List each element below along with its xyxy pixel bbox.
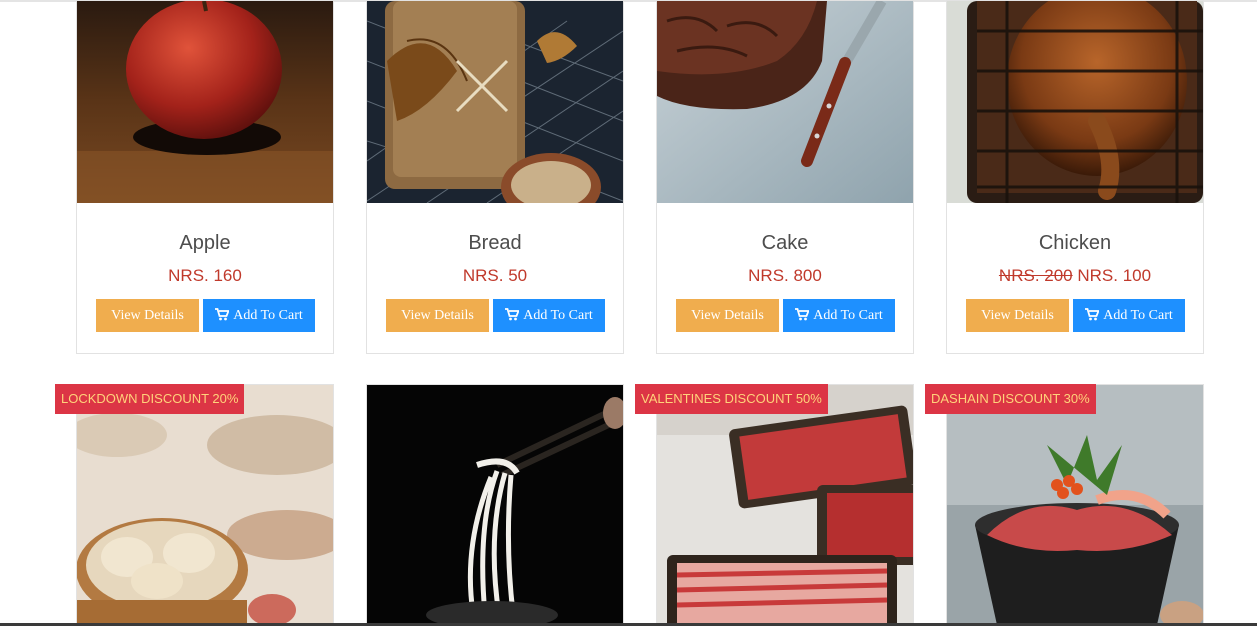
product-name: Cake xyxy=(761,232,809,254)
add-to-cart-label: Add To Cart xyxy=(813,308,883,323)
product-price: NRS. 50 xyxy=(367,266,623,286)
cake-image xyxy=(657,1,913,203)
product-card-cake: Cake NRS. 800 View Details Add To Cart xyxy=(656,0,914,354)
view-details-label: View Details xyxy=(401,308,474,323)
shopping-cart-icon xyxy=(1085,308,1100,321)
product-card-apple: Apple NRS. 160 View Details Add To Cart xyxy=(76,0,334,354)
poke-image xyxy=(947,385,1203,625)
price-current: NRS. 100 xyxy=(1077,266,1152,285)
add-to-cart-button[interactable]: Add To Cart xyxy=(1073,299,1185,332)
product-card-chicken: Chicken NRS. 200 NRS. 100 View Details A… xyxy=(946,0,1204,354)
dumplings-image xyxy=(77,385,333,625)
price-original: NRS. 200 xyxy=(998,266,1073,285)
view-details-button[interactable]: View Details xyxy=(96,299,199,332)
add-to-cart-label: Add To Cart xyxy=(233,308,303,323)
add-to-cart-button[interactable]: Add To Cart xyxy=(493,299,605,332)
product-card-poke xyxy=(946,384,1204,626)
add-to-cart-label: Add To Cart xyxy=(523,308,593,323)
view-details-button[interactable]: View Details xyxy=(676,299,779,332)
shopping-cart-icon xyxy=(505,308,520,321)
product-price: NRS. 200 NRS. 100 xyxy=(947,266,1203,286)
product-name: Bread xyxy=(468,232,522,254)
discount-badge: DASHAIN DISCOUNT 30% xyxy=(925,384,1096,414)
meat-image xyxy=(657,385,913,625)
view-details-label: View Details xyxy=(691,308,764,323)
shopping-cart-icon xyxy=(795,308,810,321)
product-price: NRS. 800 xyxy=(657,266,913,286)
product-name: Chicken xyxy=(1038,232,1112,254)
chicken-image xyxy=(947,1,1203,203)
product-card-noodles xyxy=(366,384,624,626)
product-price: NRS. 160 xyxy=(77,266,333,286)
view-details-label: View Details xyxy=(981,308,1054,323)
price-current: NRS. 160 xyxy=(168,266,242,285)
add-to-cart-button[interactable]: Add To Cart xyxy=(783,299,895,332)
apple-image xyxy=(77,1,333,203)
bread-image xyxy=(367,1,623,203)
view-details-label: View Details xyxy=(111,308,184,323)
product-card-bread: Bread NRS. 50 View Details Add To Cart xyxy=(366,0,624,354)
add-to-cart-button[interactable]: Add To Cart xyxy=(203,299,315,332)
product-card-dumplings xyxy=(76,384,334,626)
noodles-image xyxy=(367,385,623,625)
product-name: Apple xyxy=(179,232,231,254)
view-details-button[interactable]: View Details xyxy=(386,299,489,332)
view-details-button[interactable]: View Details xyxy=(966,299,1069,332)
price-current: NRS. 50 xyxy=(462,266,528,285)
price-current: NRS. 800 xyxy=(748,266,822,285)
add-to-cart-label: Add To Cart xyxy=(1103,308,1173,323)
discount-badge: LOCKDOWN DISCOUNT 20% xyxy=(55,384,245,414)
shopping-cart-icon xyxy=(215,308,230,321)
discount-badge: VALENTINES DISCOUNT 50% xyxy=(635,384,828,414)
product-card-meat xyxy=(656,384,914,626)
